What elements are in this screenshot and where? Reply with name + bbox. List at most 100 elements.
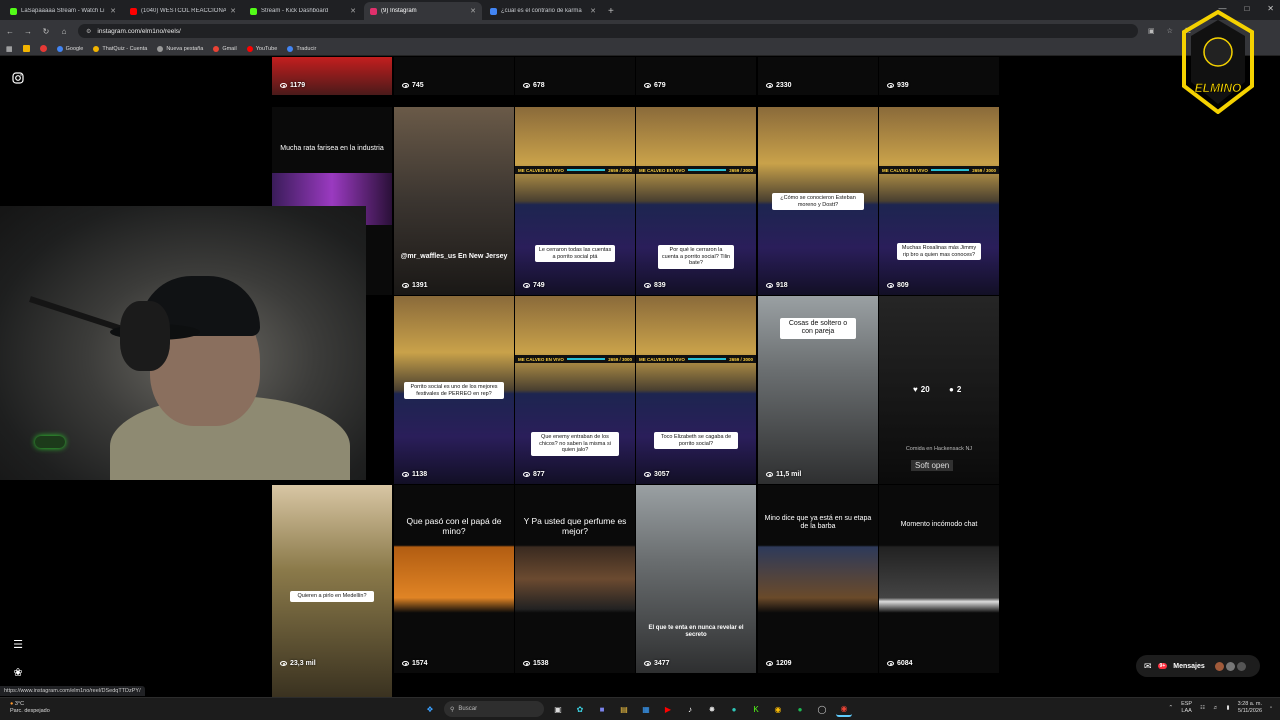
taskbar-search[interactable]: ⚲ Buscar <box>444 701 544 717</box>
bookmark-star-icon[interactable]: ☆ <box>1167 27 1173 35</box>
back-icon[interactable]: ← <box>6 27 14 36</box>
hud-progress <box>566 358 606 360</box>
avatar-stack <box>1214 661 1246 671</box>
meta-apps-icon[interactable]: ❀ <box>11 665 25 679</box>
reel-tile[interactable]: ME CALVEO EN VIVO 2659 / 3000 Le cerraron… <box>515 107 635 295</box>
link-preview-status: https://www.instagram.com/elm1no/reel/DS… <box>0 686 145 696</box>
tab-favicon-icon <box>370 7 377 15</box>
home-icon[interactable]: ⌂ <box>60 27 68 36</box>
chatgpt-icon[interactable]: ✸ <box>704 701 720 717</box>
cast-icon[interactable]: ▣ <box>1148 27 1155 35</box>
reel-tile[interactable]: @mr_waffles_us En New Jersey 1391 <box>394 107 514 295</box>
browser-tab[interactable]: (1040) WESTCOL REACCIONA A ✕ <box>124 2 242 20</box>
webcam-overlay <box>0 206 366 480</box>
reel-tile[interactable]: ¿Cómo se conocieron Esteban moreno y Dos… <box>758 107 878 295</box>
reel-tile[interactable]: 2330 <box>758 57 878 95</box>
obs-icon[interactable]: ◯ <box>814 701 830 717</box>
reel-tile[interactable]: 1179 <box>272 57 392 95</box>
weather-widget[interactable]: ● 3°C Parc. despejado <box>10 701 50 714</box>
youtube-icon[interactable]: ▶ <box>660 701 676 717</box>
reel-tile[interactable]: 679 <box>636 57 756 95</box>
reel-tile[interactable]: Momento incómodo chat 6084 <box>879 485 999 673</box>
bookmark-label: YouTube <box>255 45 278 52</box>
copilot-icon[interactable]: ✿ <box>572 701 588 717</box>
reel-tile[interactable]: ME CALVEO EN VIVO 2659 / 3000 Que enemy e… <box>515 296 635 484</box>
windows-taskbar: ● 3°C Parc. despejado ❖ ⚲ Buscar ▣ ✿ ■ ▤… <box>0 697 1280 720</box>
reload-icon[interactable]: ↻ <box>42 27 50 36</box>
volume-icon[interactable]: ♬ <box>1213 705 1219 711</box>
bookmark-red-icon[interactable] <box>39 45 47 52</box>
tab-close-icon[interactable]: ✕ <box>590 7 596 15</box>
reel-caption: @mr_waffles_us En New Jersey <box>400 253 508 260</box>
reel-tile[interactable]: Mino dice que ya está en su etapa de la … <box>758 485 878 673</box>
clock[interactable]: 3:28 a. m. 5/11/2026 <box>1238 701 1262 715</box>
tab-close-icon[interactable]: ✕ <box>350 7 356 15</box>
tab-close-icon[interactable]: ✕ <box>230 7 236 15</box>
tab-close-icon[interactable]: ✕ <box>110 7 116 15</box>
bookmark-item[interactable]: ThatQuiz - Cuenta <box>93 45 147 52</box>
task-view-icon[interactable]: ▣ <box>550 701 566 717</box>
reel-tile[interactable]: Porrito social es uno de los mejores fes… <box>394 296 514 484</box>
play-icon <box>280 661 287 666</box>
teams-icon[interactable]: ■ <box>594 701 610 717</box>
browser-tab[interactable]: Stream - Kick Dashboard ✕ <box>244 2 362 20</box>
bookmark-item[interactable]: Google <box>56 45 83 52</box>
reel-tile[interactable]: ME CALVEO EN VIVO 2659 / 3000 Muchas Rosa… <box>879 107 999 295</box>
view-count: 839 <box>644 282 666 289</box>
reel-tile[interactable]: Quieren a pirlo en Medellín? 23,3 mil <box>272 485 392 697</box>
url-field[interactable]: ⚙ instagram.com/elm1no/reels/ <box>78 24 1138 38</box>
chrome-active-icon[interactable]: ◉ <box>836 701 852 717</box>
reel-tile[interactable]: 939 <box>879 57 999 95</box>
tray-chevron-icon[interactable]: ⌃ <box>1168 705 1173 711</box>
play-icon <box>402 283 409 288</box>
view-count: 1179 <box>280 82 305 89</box>
view-count: 809 <box>887 282 909 289</box>
tab-close-icon[interactable]: ✕ <box>470 7 476 15</box>
menu-icon[interactable]: ☰ <box>11 637 25 651</box>
wifi-icon[interactable]: ☷ <box>1200 705 1205 711</box>
browser-tab[interactable]: ¿cual es el contrario de karma ✕ <box>484 2 602 20</box>
bookmark-item[interactable]: Gmail <box>213 45 237 52</box>
chrome-icon[interactable]: ◉ <box>770 701 786 717</box>
close-window-icon[interactable]: ✕ <box>1267 4 1274 13</box>
apps-icon[interactable]: ▦ <box>6 45 13 53</box>
reel-tile-hovered[interactable]: ♥ 20 ● 2 Comida en Hackensack NJ Soft open <box>879 296 999 484</box>
messages-button[interactable]: ✉ 9+ Mensajes <box>1136 655 1260 677</box>
bookmark-favicon-icon <box>213 45 220 52</box>
bookmark-item[interactable]: YouTube <box>246 45 278 52</box>
weather-desc: Parc. despejado <box>10 707 50 714</box>
reel-tile[interactable]: 745 <box>394 57 514 95</box>
tabs-container: LaSapaaaaa Stream - Watch Li ✕ (1040) WEST… <box>2 2 602 20</box>
kick-icon[interactable]: K <box>748 701 764 717</box>
forward-icon[interactable]: → <box>24 27 32 36</box>
start-icon[interactable]: ❖ <box>422 701 438 717</box>
microphone <box>120 301 170 371</box>
tiktok-icon[interactable]: ♪ <box>682 701 698 717</box>
battery-icon[interactable]: ▮ <box>1227 705 1230 711</box>
bookmark-yellow-icon[interactable] <box>22 45 30 52</box>
reel-tile[interactable]: Que pasó con el papá de mino? 1574 <box>394 485 514 673</box>
new-tab-button[interactable]: + <box>608 6 614 17</box>
file-explorer-icon[interactable]: ▤ <box>616 701 632 717</box>
view-count: 3477 <box>644 660 670 667</box>
site-info-icon[interactable]: ⚙ <box>86 28 91 35</box>
reel-tile[interactable]: ME CALVEO EN VIVO 2659 / 3000 Por qué le … <box>636 107 756 295</box>
bookmark-item[interactable]: Traducir <box>287 45 316 52</box>
browser-tab[interactable]: (9) Instagram ✕ <box>364 2 482 20</box>
reel-tile[interactable]: El que te enta en nunca revelar el secre… <box>636 485 756 673</box>
bookmark-item[interactable]: Nueva pestaña <box>157 45 203 52</box>
view-count-value: 6084 <box>897 660 913 667</box>
language-indicator[interactable]: ESP LAA <box>1181 701 1192 714</box>
spotify-icon[interactable]: ● <box>792 701 808 717</box>
notifications-icon[interactable]: ▫ <box>1270 705 1272 711</box>
view-count-value: 678 <box>533 82 545 89</box>
reel-tile[interactable]: 678 <box>515 57 635 95</box>
play-icon <box>523 283 530 288</box>
reel-tile[interactable]: Y Pa usted que perfume es mejor? 1538 <box>515 485 635 673</box>
edge-icon[interactable]: ● <box>726 701 742 717</box>
reel-tile[interactable]: ME CALVEO EN VIVO 2659 / 3000 Toco Elizab… <box>636 296 756 484</box>
browser-tab[interactable]: LaSapaaaaa Stream - Watch Li ✕ <box>4 2 122 20</box>
reel-tile[interactable]: Cosas de soltero o con pareja 11,5 mil <box>758 296 878 484</box>
store-icon[interactable]: ▦ <box>638 701 654 717</box>
instagram-logo-icon[interactable] <box>11 71 25 85</box>
